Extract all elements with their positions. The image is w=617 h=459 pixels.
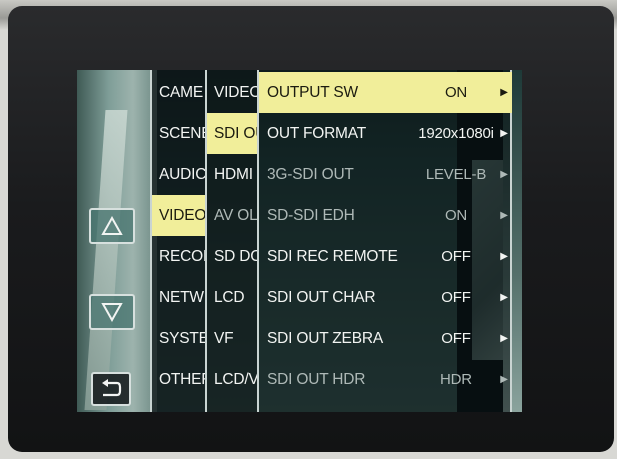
- menu-main-item-label: RECOF: [159, 247, 205, 265]
- setting-label: 3G-SDI OUT: [267, 165, 354, 183]
- menu-main-item-label: VIDEO: [159, 206, 205, 224]
- setting-label: OUTPUT SW: [267, 83, 358, 101]
- setting-label: SD-SDI EDH: [267, 206, 355, 224]
- chevron-right-icon: ▶: [500, 169, 508, 180]
- up-triangle-icon: [101, 216, 123, 235]
- scroll-down-button[interactable]: [89, 294, 135, 330]
- menu-sub-item-label: SD DC: [214, 247, 257, 265]
- menu-sub-item[interactable]: SDI OU: [207, 113, 257, 154]
- setting-value: 1920x1080i: [418, 125, 494, 142]
- menu-main-item-label: CAME: [159, 83, 203, 101]
- menu-main-item-label: OTHEF: [159, 370, 205, 388]
- scroll-up-button[interactable]: [89, 208, 135, 244]
- setting-value: OFF: [441, 289, 471, 306]
- lcd-screen: CAME SCENE AUDIC VIDEO RECOF NETW SYSTE OTHEF V…: [77, 70, 522, 412]
- menu-main-item[interactable]: VIDEO: [152, 195, 205, 236]
- setting-value: ON: [444, 84, 468, 101]
- setting-value: LEVEL-B: [425, 166, 487, 183]
- chevron-right-icon: ▶: [500, 292, 508, 303]
- menu-main-item-label: NETW: [159, 288, 204, 306]
- chevron-right-icon: ▶: [500, 333, 508, 344]
- menu-main-item[interactable]: AUDIC: [152, 154, 205, 195]
- menu-sub-item-label: LCD: [214, 288, 245, 306]
- menu-sub-item-label: LCD/V: [214, 370, 257, 388]
- setting-label: SDI REC REMOTE: [267, 247, 398, 265]
- menu-sub-item-label: VF: [214, 329, 234, 347]
- setting-label: SDI OUT HDR: [267, 370, 366, 388]
- setting-label: OUT FORMAT: [267, 124, 367, 142]
- chevron-right-icon: ▶: [500, 128, 508, 139]
- menu-sub-item[interactable]: HDMI: [207, 154, 257, 195]
- setting-row[interactable]: SDI REC REMOTE OFF ▶: [259, 236, 512, 277]
- setting-row[interactable]: SD-SDI EDH ON ▶: [259, 195, 512, 236]
- menu-main-item[interactable]: SYSTE: [152, 318, 205, 359]
- menu-main-item-label: SYSTE: [159, 329, 205, 347]
- menu-main-item[interactable]: SCENE: [152, 113, 205, 154]
- setting-row[interactable]: SDI OUT ZEBRA OFF ▶: [259, 318, 512, 359]
- menu-main-item[interactable]: CAME: [152, 72, 205, 113]
- setting-row[interactable]: SDI OUT CHAR OFF ▶: [259, 277, 512, 318]
- setting-row[interactable]: SDI OUT HDR HDR ▶: [259, 359, 512, 400]
- menu-main-item[interactable]: NETW: [152, 277, 205, 318]
- menu-sub-item-label: VIDEO: [214, 83, 257, 101]
- menu-sub-item[interactable]: SD DC: [207, 236, 257, 277]
- return-arrow-icon: [102, 379, 122, 397]
- menu-sub-item-label: AV OL: [214, 206, 257, 224]
- setting-value: ON: [444, 207, 468, 224]
- menu-sub-item[interactable]: AV OL: [207, 195, 257, 236]
- setting-value: OFF: [441, 330, 471, 347]
- menu-sub-item[interactable]: LCD/V: [207, 359, 257, 400]
- menu-column-main: CAME SCENE AUDIC VIDEO RECOF NETW SYSTE OTHEF: [150, 70, 205, 412]
- menu-main-item[interactable]: OTHEF: [152, 359, 205, 400]
- menu-main-item-label: SCENE: [159, 124, 205, 142]
- menu-column-sub: VIDEO SDI OU HDMI AV OL SD DC LCD VF LCD/V: [205, 70, 257, 412]
- chevron-right-icon: ▶: [500, 210, 508, 221]
- menu-main-item-label: AUDIC: [159, 165, 205, 183]
- setting-label: SDI OUT CHAR: [267, 288, 376, 306]
- setting-value: OFF: [441, 248, 471, 265]
- chevron-right-icon: ▶: [500, 251, 508, 262]
- setting-row[interactable]: OUT FORMAT 1920x1080i ▶: [259, 113, 512, 154]
- menu-sub-item[interactable]: VIDEO: [207, 72, 257, 113]
- back-button[interactable]: [91, 372, 131, 406]
- chevron-right-icon: ▶: [500, 87, 508, 98]
- setting-row[interactable]: 3G-SDI OUT LEVEL-B ▶: [259, 154, 512, 195]
- setting-row[interactable]: OUTPUT SW ON ▶: [259, 72, 512, 113]
- menu-sub-item-label: SDI OU: [214, 124, 257, 142]
- menu-sub-item-label: HDMI: [214, 165, 253, 183]
- setting-label: SDI OUT ZEBRA: [267, 329, 383, 347]
- chevron-right-icon: ▶: [500, 374, 508, 385]
- menu-sub-item[interactable]: LCD: [207, 277, 257, 318]
- menu-main-item[interactable]: RECOF: [152, 236, 205, 277]
- menu-column-items: OUTPUT SW ON ▶ OUT FORMAT 1920x1080i ▶ 3G-SDI …: [257, 70, 512, 412]
- down-triangle-icon: [101, 303, 123, 322]
- menu-sub-item[interactable]: VF: [207, 318, 257, 359]
- setting-value: HDR: [440, 371, 472, 388]
